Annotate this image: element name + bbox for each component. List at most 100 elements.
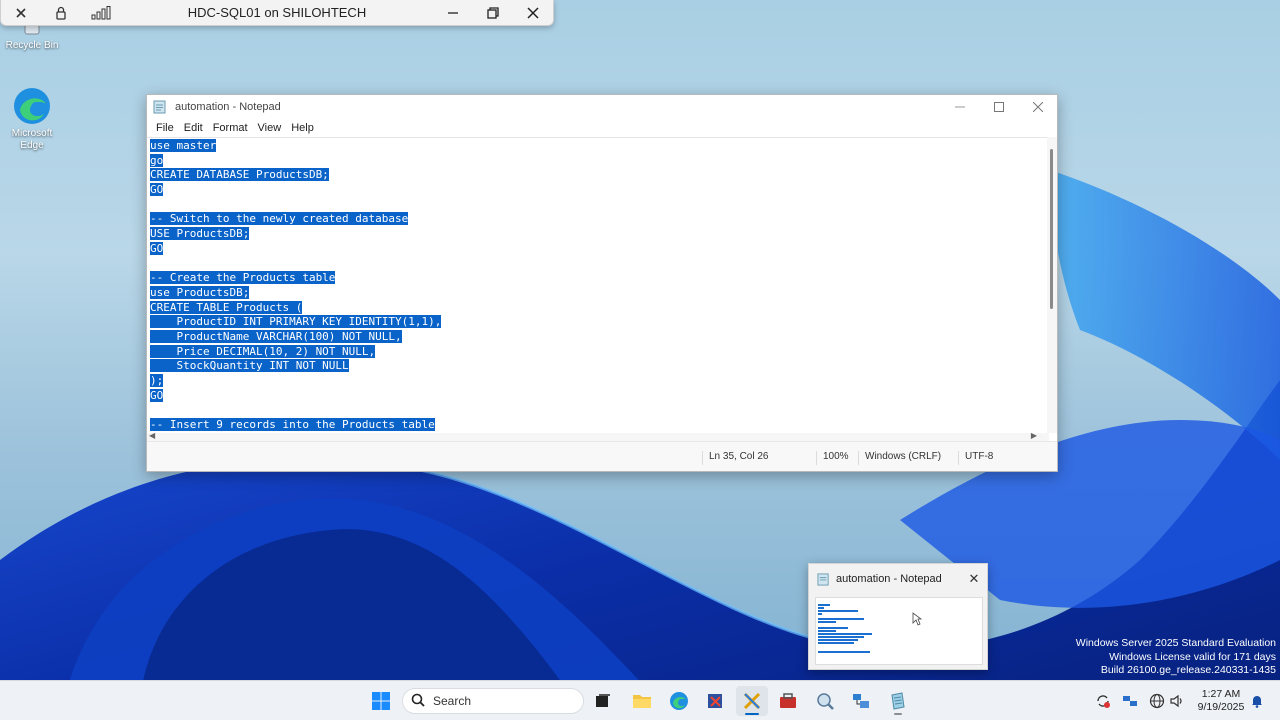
task-view-icon xyxy=(596,694,610,707)
search-label: Search xyxy=(433,694,472,708)
menu-file[interactable]: File xyxy=(151,122,179,134)
menu-help[interactable]: Help xyxy=(286,122,319,134)
selected-text: ProductName VARCHAR(100) NOT NULL, xyxy=(150,329,402,343)
notepad-app-icon xyxy=(817,572,830,586)
rdp-restore-button[interactable] xyxy=(473,0,513,26)
rdp-title: HDC-SQL01 on SHILOHTECH xyxy=(187,5,367,20)
rdp-close-button[interactable] xyxy=(513,0,553,26)
start-button[interactable] xyxy=(365,686,397,716)
close-button[interactable] xyxy=(1018,95,1057,119)
scroll-left-arrow-icon[interactable]: ◀ xyxy=(149,431,155,440)
watermark-line: Windows Server 2025 Standard Evaluation xyxy=(1075,637,1276,649)
code-line: ); xyxy=(150,374,1049,389)
code-line: use ProductsDB; xyxy=(150,285,1049,301)
taskbar-search[interactable]: Search xyxy=(402,688,584,714)
preview-close-icon[interactable]: ✕ xyxy=(961,571,987,587)
maximize-button[interactable] xyxy=(979,95,1018,119)
status-encoding: UTF-8 xyxy=(958,451,993,465)
code-line: -- Insert 9 records into the Products ta… xyxy=(150,418,1049,433)
selected-text: use master xyxy=(150,139,217,152)
signal-bars-icon[interactable] xyxy=(81,0,121,26)
code-line: use master xyxy=(150,139,1049,154)
folder-icon xyxy=(633,695,651,708)
menu-edit[interactable]: Edit xyxy=(179,122,208,134)
rdp-connection-bar: HDC-SQL01 on SHILOHTECH xyxy=(0,0,554,26)
system-clock[interactable]: 1:27 AM 9/19/2025 xyxy=(1196,688,1246,714)
rdp-minimize-button[interactable] xyxy=(433,0,473,26)
code-line: CREATE TABLE Products ( xyxy=(150,300,1049,316)
selected-text: go xyxy=(150,153,164,167)
code-line: ProductName VARCHAR(100) NOT NULL, xyxy=(150,329,1049,345)
network-activity-icon[interactable] xyxy=(1121,692,1139,710)
minimize-button[interactable] xyxy=(940,95,979,119)
menu-view[interactable]: View xyxy=(253,122,287,134)
selected-text: CREATE DATABASE ProductsDB; xyxy=(150,168,329,182)
windows-logo-icon xyxy=(372,692,390,710)
taskbar-edge[interactable] xyxy=(663,686,695,716)
notepad-icon xyxy=(891,692,905,710)
taskbar-notepad[interactable] xyxy=(882,686,914,716)
code-line: GO xyxy=(150,388,1049,404)
notepad-window: automation - Notepad File Edit Format Vi… xyxy=(146,94,1058,472)
notepad-titlebar[interactable]: automation - Notepad xyxy=(147,95,1057,119)
sql-server-icon xyxy=(708,694,722,708)
active-indicator xyxy=(745,713,759,715)
selected-text: StockQuantity INT NOT NULL xyxy=(150,359,349,373)
vertical-scrollbar[interactable] xyxy=(1047,137,1057,433)
taskbar-file-explorer[interactable] xyxy=(626,686,658,716)
selected-text: -- Create the Products table xyxy=(150,271,336,285)
taskbar-network-tool[interactable] xyxy=(845,686,877,716)
speaker-icon[interactable] xyxy=(1168,692,1186,710)
code-text: use master go CREATE DATABASE ProductsDB; G… xyxy=(147,138,1049,433)
code-line: GO xyxy=(150,183,1049,198)
desktop-icon-label: Recycle Bin xyxy=(5,40,59,51)
watermark-line: Build 26100.ge_release.240331-1435 xyxy=(1100,664,1276,676)
taskbar-preview[interactable]: automation - Notepad ✕ xyxy=(808,563,988,670)
selected-text: GO xyxy=(150,183,164,197)
preview-thumbnail[interactable] xyxy=(815,597,983,665)
taskbar-toolbox[interactable] xyxy=(772,686,804,716)
menu-format[interactable]: Format xyxy=(208,122,253,134)
taskbar: Search 1:27 AM 9/19/2025 xyxy=(0,680,1280,720)
selected-text: GO xyxy=(150,388,164,402)
desktop-icon-edge[interactable]: Microsoft Edge xyxy=(0,86,64,152)
code-line: USE ProductsDB; xyxy=(150,227,1049,242)
code-line: GO xyxy=(150,241,1049,257)
lock-icon[interactable] xyxy=(41,0,81,26)
selected-text: -- Switch to the newly created database xyxy=(150,212,409,226)
os-watermark: Windows Server 2025 Standard Evaluation … xyxy=(1076,637,1276,678)
selected-text: Price DECIMAL(10, 2) NOT NULL, xyxy=(150,344,376,358)
mouse-cursor-icon xyxy=(912,612,922,626)
magnifier-gear-icon xyxy=(817,693,834,710)
taskbar-server-manager[interactable] xyxy=(809,686,841,716)
scrollbar-thumb[interactable] xyxy=(1050,149,1053,309)
sync-icon[interactable] xyxy=(1094,692,1112,710)
notepad-menubar: File Edit Format View Help xyxy=(147,119,1057,137)
code-line: -- Switch to the newly created database xyxy=(150,212,1049,227)
selected-text: use ProductsDB; xyxy=(150,285,250,299)
selected-text: ); xyxy=(150,374,164,387)
scroll-right-arrow-icon[interactable]: ▶ xyxy=(1031,431,1037,440)
network-computer-icon xyxy=(853,694,869,708)
tools-icon xyxy=(743,692,761,710)
notepad-statusbar: Ln 35, Col 26 100% Windows (CRLF) UTF-8 xyxy=(147,441,1057,471)
taskbar-ssms[interactable] xyxy=(700,686,732,716)
search-icon xyxy=(403,693,433,710)
notepad-text-area[interactable]: use master go CREATE DATABASE ProductsDB; G… xyxy=(147,137,1049,433)
taskbar-tool[interactable] xyxy=(736,686,768,716)
globe-icon[interactable] xyxy=(1148,692,1166,710)
code-line: -- Create the Products table xyxy=(150,271,1049,286)
watermark-line: Windows License valid for 171 days xyxy=(1109,650,1276,663)
code-line: StockQuantity INT NOT NULL xyxy=(150,359,1049,374)
clock-date: 9/19/2025 xyxy=(1197,701,1245,713)
toolbox-icon xyxy=(780,693,796,708)
task-view-button[interactable] xyxy=(587,686,619,716)
code-line: ProductID INT PRIMARY KEY IDENTITY(1,1), xyxy=(150,315,1049,330)
notepad-app-icon xyxy=(153,100,167,114)
pin-icon[interactable] xyxy=(1,0,41,26)
edge-icon xyxy=(670,692,688,710)
notification-bell-icon[interactable] xyxy=(1248,692,1266,710)
desktop-icon-label: Microsoft Edge xyxy=(11,128,53,151)
